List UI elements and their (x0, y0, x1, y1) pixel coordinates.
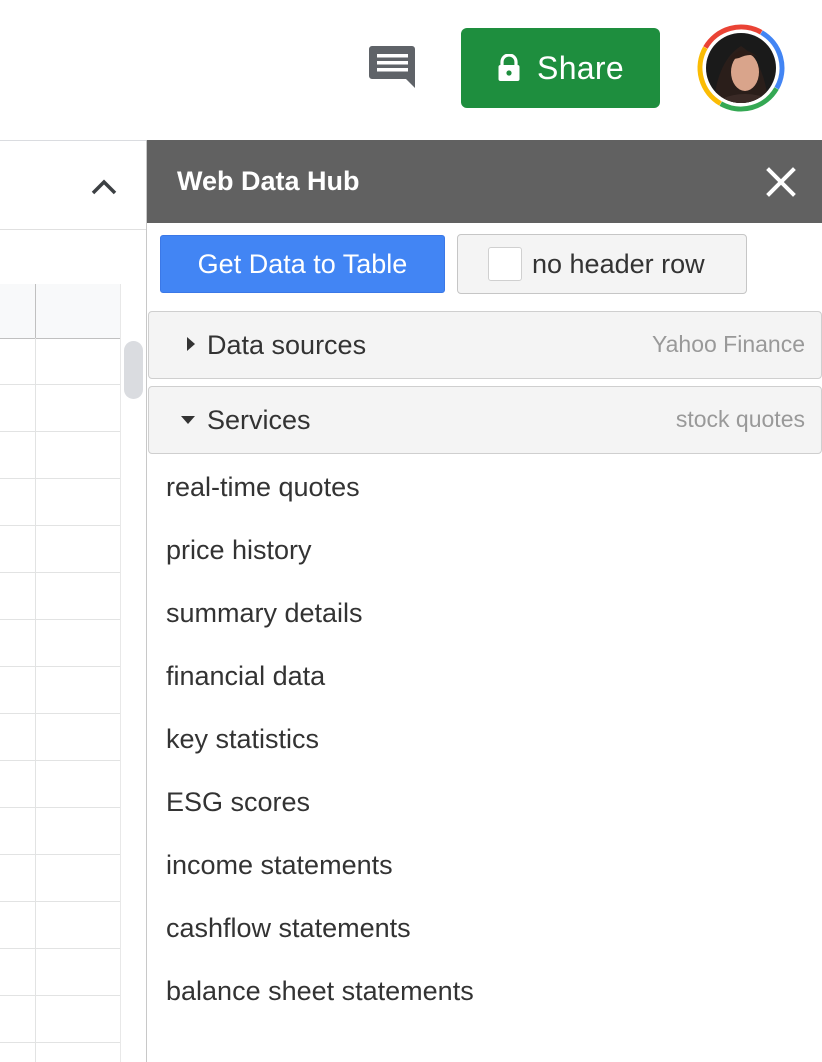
lock-icon (498, 54, 520, 81)
data-sources-selected: Yahoo Finance (651, 331, 805, 357)
top-toolbar: Share (0, 0, 822, 140)
grid-row-line (0, 760, 120, 761)
grid-row-line (0, 431, 120, 432)
data-sources-title: Data sources (207, 330, 367, 360)
no-header-row-label: no header row (532, 248, 705, 279)
chevron-up-icon[interactable] (84, 169, 124, 205)
grid-row-line (0, 901, 120, 902)
grid-row-line (0, 619, 120, 620)
service-item[interactable]: summary details (147, 582, 822, 645)
grid-column-line (35, 338, 36, 1062)
no-header-row-toggle[interactable]: no header row (457, 234, 747, 294)
services-list: real-time quotes price history summary d… (147, 456, 822, 1023)
comment-icon[interactable] (366, 42, 420, 92)
web-data-hub-sidebar: Web Data Hub Get Data to Table no header… (146, 140, 822, 1062)
formula-bar[interactable] (0, 229, 146, 285)
service-item[interactable]: cashflow statements (147, 897, 822, 960)
close-icon[interactable] (763, 164, 799, 200)
column-header-row (0, 284, 120, 339)
data-sources-section[interactable]: Data sources Yahoo Finance (148, 311, 822, 379)
cell-grid[interactable] (0, 338, 120, 1062)
sidebar-header: Web Data Hub (147, 140, 822, 223)
grid-row-line (0, 713, 120, 714)
share-button-label: Share (537, 49, 624, 86)
services-selected: stock quotes (675, 406, 805, 432)
service-item[interactable]: balance sheet statements (147, 960, 822, 1023)
grid-row-line (0, 478, 120, 479)
caret-right-icon (187, 337, 195, 351)
grid-row-line (0, 948, 120, 949)
services-title: Services (207, 405, 311, 435)
grid-row-line (0, 854, 120, 855)
get-data-to-table-button[interactable]: Get Data to Table (160, 235, 445, 293)
scrollbar-thumb[interactable] (124, 341, 143, 399)
no-header-row-checkbox[interactable] (488, 247, 522, 281)
grid-row-line (0, 525, 120, 526)
spreadsheet-area (0, 141, 146, 1062)
grid-row-line (0, 807, 120, 808)
grid-row-line (0, 1042, 120, 1043)
services-section[interactable]: Services stock quotes (148, 386, 822, 454)
grid-row-line (0, 995, 120, 996)
grid-row-line (0, 572, 120, 573)
caret-down-icon (181, 416, 195, 424)
service-item[interactable]: price history (147, 519, 822, 582)
service-item[interactable]: real-time quotes (147, 456, 822, 519)
share-button[interactable]: Share (461, 28, 660, 108)
vertical-scrollbar[interactable] (120, 284, 146, 1062)
service-item[interactable]: ESG scores (147, 771, 822, 834)
service-item[interactable]: key statistics (147, 708, 822, 771)
user-avatar[interactable] (695, 22, 787, 114)
sidebar-title: Web Data Hub (177, 166, 360, 196)
grid-row-line (0, 666, 120, 667)
grid-row-line (0, 384, 120, 385)
service-item[interactable]: financial data (147, 645, 822, 708)
service-item[interactable]: income statements (147, 834, 822, 897)
column-header-divider[interactable] (35, 284, 36, 338)
